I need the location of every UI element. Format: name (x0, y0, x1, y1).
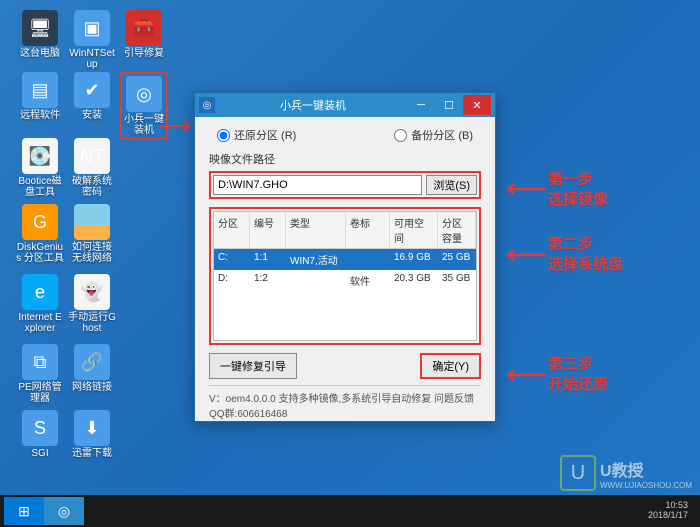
repair-boot-button[interactable]: 一键修复引导 (209, 353, 297, 379)
icon-label: WinNTSetup (68, 48, 116, 70)
desktop-icon-this-pc[interactable]: 🖥 这台电脑 (16, 10, 64, 59)
col-cap: 分区容量 (438, 212, 476, 248)
icon-label: 安装 (68, 110, 116, 121)
icon-label: 网络链接 (68, 382, 116, 393)
maximize-button[interactable]: ☐ (435, 95, 463, 115)
arrow-3 (500, 368, 546, 382)
xunlei-icon: ⬇ (74, 410, 110, 446)
icon-label: 破解系统密码 (68, 176, 116, 198)
watermark: U U教授 WWW.UJIAOSHOU.COM (560, 455, 692, 491)
path-label: 映像文件路径 (209, 151, 481, 167)
desktop-icon-diskgenius[interactable]: GDiskGenius 分区工具 (16, 204, 64, 264)
browse-button[interactable]: 浏览(S) (426, 175, 477, 195)
arrow-2 (500, 248, 546, 262)
col-type: 类型 (286, 212, 346, 248)
col-num: 编号 (250, 212, 286, 248)
clock[interactable]: 10:53 2018/1/17 (648, 501, 696, 521)
partition-table-highlight: 分区 编号 类型 卷标 可用空间 分区容量 C: 1:1 WIN7,活动 16.… (209, 207, 481, 345)
desktop-icon-wifi-conn[interactable]: 如何连接无线网络 (68, 204, 116, 264)
close-button[interactable]: ✕ (463, 95, 491, 115)
wifi-conn-icon (74, 204, 110, 240)
desktop-icon-ie[interactable]: eInternet Explorer (16, 274, 64, 334)
watermark-sub: WWW.UJIAOSHOU.COM (600, 481, 692, 490)
desktop-icon-winntsetup[interactable]: ▣WinNTSetup (68, 10, 116, 70)
xiaob-install-icon: ◎ (126, 76, 162, 112)
icon-label: 如何连接无线网络 (68, 242, 116, 264)
crack-pwd-icon: NT (74, 138, 110, 174)
partition-table[interactable]: 分区 编号 类型 卷标 可用空间 分区容量 C: 1:1 WIN7,活动 16.… (213, 211, 477, 341)
col-drive: 分区 (214, 212, 250, 248)
icon-label: 这台电脑 (16, 48, 64, 59)
desktop-icon-ghost[interactable]: 👻手动运行Ghost (68, 274, 116, 334)
desktop-icon-bootice[interactable]: 💽Bootice磁盘工具 (16, 138, 64, 198)
minimize-button[interactable]: ─ (407, 95, 435, 115)
icon-label: SGI (16, 448, 64, 459)
watermark-text: U教授 (600, 463, 644, 480)
annotation-2: 第二步选择系统盘 (548, 235, 623, 274)
radio-backup-input[interactable] (394, 129, 407, 142)
icon-label: Bootice磁盘工具 (16, 176, 64, 198)
sgi-icon: S (22, 410, 58, 446)
bootice-icon: 💽 (22, 138, 58, 174)
desktop-icon-sgi[interactable]: S SGI (16, 410, 64, 459)
icon-label: 引导修复 (120, 48, 168, 59)
this-pc-icon: 🖥 (22, 10, 58, 46)
start-button[interactable]: ⊞ (4, 497, 44, 525)
titlebar[interactable]: ◎ 小兵一键装机 ─ ☐ ✕ (195, 93, 495, 117)
window-title: 小兵一键装机 (219, 97, 407, 113)
icon-label: 迅雷下载 (68, 448, 116, 459)
desktop-icon-anzhuang[interactable]: ✔ 安装 (68, 72, 116, 121)
taskbar: ⊞ ◎ 10:53 2018/1/17 (0, 495, 700, 527)
ghost-icon: 👻 (74, 274, 110, 310)
installer-dialog: ◎ 小兵一键装机 ─ ☐ ✕ 还原分区 (R) 备份分区 (B) 映像文件路径 … (194, 92, 496, 422)
desktop-icon-crack-pwd[interactable]: NT破解系统密码 (68, 138, 116, 198)
col-vol: 卷标 (346, 212, 390, 248)
path-row-highlight: 浏览(S) (209, 171, 481, 199)
radio-restore-input[interactable] (217, 129, 230, 142)
remote-soft-icon: ▤ (22, 72, 58, 108)
annotation-3: 第三步开始还原 (548, 355, 608, 394)
icon-label: PE网络管理器 (16, 382, 64, 404)
radio-backup[interactable]: 备份分区 (B) (394, 127, 473, 143)
icon-label: Internet Explorer (16, 312, 64, 334)
ie-icon: e (22, 274, 58, 310)
icon-label: 远程软件 (16, 110, 64, 121)
icon-label: 小兵一键装机 (124, 114, 164, 136)
icon-label: 手动运行Ghost (68, 312, 116, 334)
desktop-icon-net-link[interactable]: 🔗 网络链接 (68, 344, 116, 393)
image-path-input[interactable] (213, 175, 422, 195)
desktop-icon-pe-netmgr[interactable]: ⧉PE网络管理器 (16, 344, 64, 404)
watermark-icon: U (560, 455, 596, 491)
desktop-icon-boot-repair[interactable]: 🧰 引导修复 (120, 10, 168, 59)
taskbar-app[interactable]: ◎ (44, 497, 84, 525)
radio-restore[interactable]: 还原分区 (R) (217, 127, 296, 143)
arrow-1 (500, 182, 546, 196)
app-icon: ◎ (199, 97, 215, 113)
table-row[interactable]: C: 1:1 WIN7,活动 16.9 GB 25 GB (214, 249, 476, 270)
annotation-1: 第一步选择镜像 (548, 170, 608, 209)
col-free: 可用空间 (390, 212, 438, 248)
ok-button[interactable]: 确定(Y) (420, 353, 481, 379)
table-row[interactable]: D: 1:2 软件 20.3 GB 35 GB (214, 270, 476, 291)
net-link-icon: 🔗 (74, 344, 110, 380)
status-bar: V：oem4.0.0.0 支持多种镜像,多系统引导自动修复 问题反馈QQ群:60… (209, 385, 481, 420)
icon-label: DiskGenius 分区工具 (16, 242, 64, 264)
desktop-icon-remote-soft[interactable]: ▤ 远程软件 (16, 72, 64, 121)
winntsetup-icon: ▣ (74, 10, 110, 46)
desktop-icon-xunlei[interactable]: ⬇ 迅雷下载 (68, 410, 116, 459)
anzhuang-icon: ✔ (74, 72, 110, 108)
diskgenius-icon: G (22, 204, 58, 240)
pe-netmgr-icon: ⧉ (22, 344, 58, 380)
boot-repair-icon: 🧰 (126, 10, 162, 46)
